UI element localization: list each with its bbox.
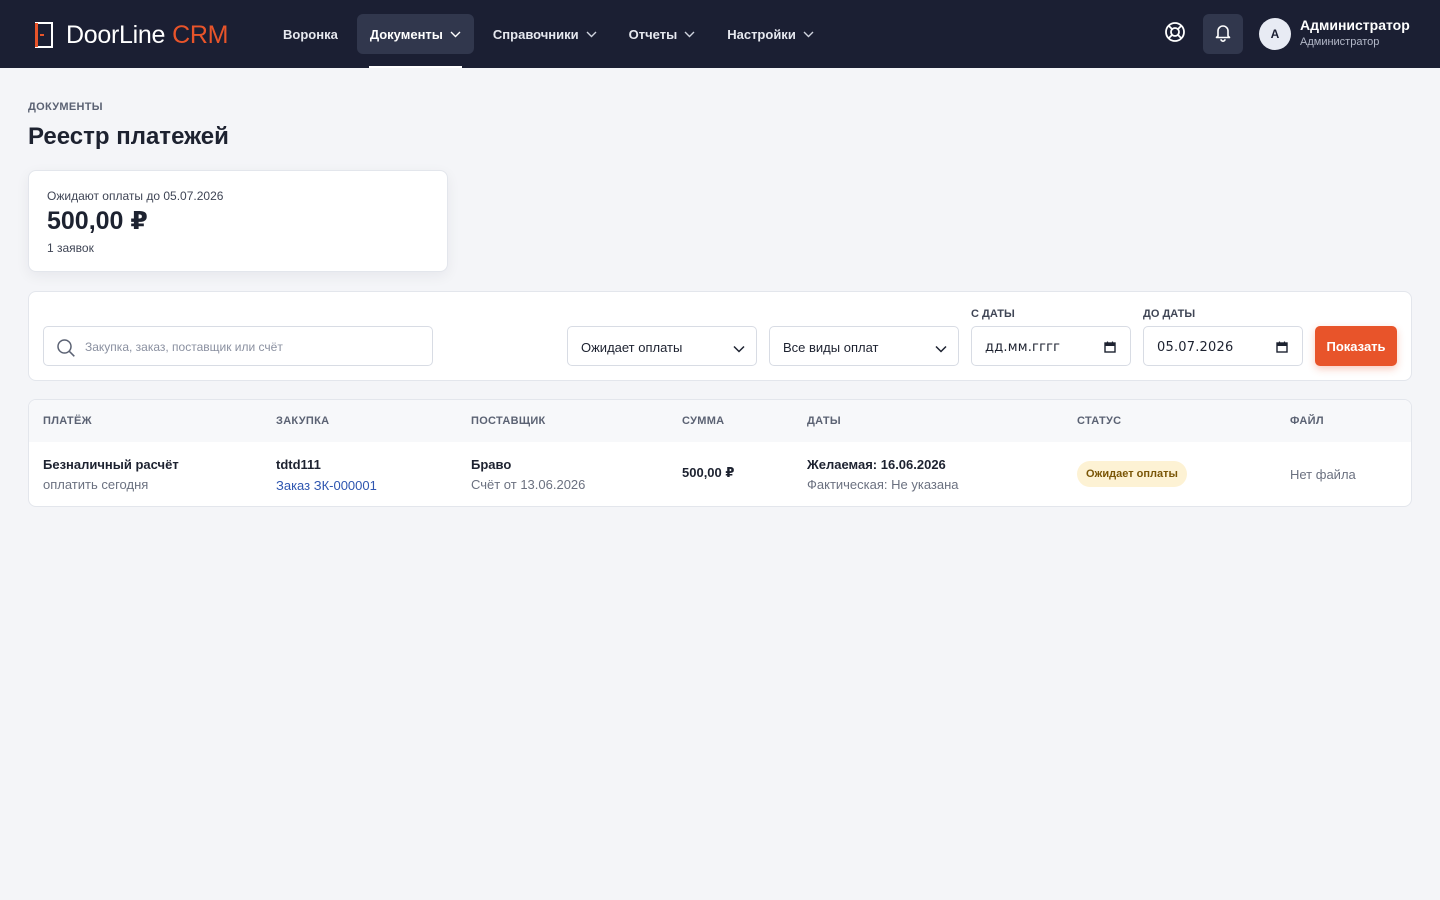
payment-type-value: Все виды оплат: [783, 340, 879, 355]
show-button[interactable]: Показать: [1315, 326, 1397, 366]
summary-card: Ожидают оплаты до 05.07.2026 500,00 ₽ 1 …: [28, 170, 448, 272]
chevron-down-icon: [733, 340, 745, 358]
column-header-status[interactable]: СТАТУС: [1077, 415, 1121, 427]
file-status: Нет файла: [1290, 467, 1356, 482]
supplier-name: Браво: [471, 457, 512, 472]
column-header-file[interactable]: ФАЙЛ: [1290, 415, 1324, 427]
nav-item-settings[interactable]: Настройки: [714, 14, 827, 54]
brand-name: DoorLine: [66, 20, 166, 49]
nav-item-funnel[interactable]: Воронка: [270, 14, 351, 54]
nav-item-label: Настройки: [727, 26, 796, 42]
search-icon: [56, 338, 76, 363]
calendar-icon[interactable]: [1276, 340, 1288, 358]
calendar-icon[interactable]: [1104, 340, 1116, 358]
summary-label: Ожидают оплаты до 05.07.2026: [47, 189, 224, 203]
date-from-label: С ДАТЫ: [971, 308, 1015, 320]
summary-amount: 500,00 ₽: [47, 207, 148, 235]
avatar[interactable]: A: [1259, 18, 1291, 50]
chevron-down-icon: [450, 31, 461, 38]
notifications-button[interactable]: [1203, 14, 1243, 54]
summary-count: 1 заявок: [47, 241, 94, 255]
nav-item-label: Документы: [369, 26, 443, 42]
nav-item-label: Отчеты: [628, 26, 678, 42]
purchase-name[interactable]: tdtd111: [276, 457, 321, 472]
actual-date: Фактическая: Не указана: [807, 477, 959, 492]
nav-item-reports[interactable]: Отчеты: [616, 14, 709, 54]
breadcrumb: ДОКУМЕНТЫ: [28, 101, 103, 113]
payments-table: ПЛАТЁЖ ЗАКУПКА ПОСТАВЩИК СУММА ДАТЫ СТАТ…: [28, 399, 1412, 507]
status-select-value: Ожидает оплаты: [581, 340, 683, 355]
nav-item-documents[interactable]: Документы: [356, 14, 474, 68]
lifebuoy-icon: [1164, 21, 1186, 48]
date-from-value: дд.мм.гггг: [985, 340, 1061, 355]
brand-logo[interactable]: DoorLine CRM: [34, 20, 229, 49]
chevron-down-icon: [935, 340, 947, 358]
nav-item-label: Справочники: [492, 26, 579, 42]
door-logo-icon: [34, 22, 54, 48]
user-role: Администратор: [1300, 36, 1380, 48]
bell-icon: [1213, 22, 1233, 47]
invoice-date: Счёт от 13.06.2026: [471, 477, 586, 492]
date-to-label: ДО ДАТЫ: [1143, 308, 1196, 320]
date-from-input[interactable]: дд.мм.гггг: [971, 326, 1131, 366]
user-name[interactable]: Администратор: [1300, 17, 1410, 33]
nav-item-references[interactable]: Справочники: [480, 14, 610, 54]
payment-method: Безналичный расчёт: [43, 457, 179, 472]
nav-item-label: Воронка: [283, 26, 338, 42]
main-nav: Воронка Документы Справочники Отчеты Нас…: [270, 14, 833, 68]
status-select[interactable]: Ожидает оплаты: [567, 326, 757, 366]
column-header-dates[interactable]: ДАТЫ: [807, 415, 841, 427]
table-header: ПЛАТЁЖ ЗАКУПКА ПОСТАВЩИК СУММА ДАТЫ СТАТ…: [29, 400, 1411, 442]
column-header-supplier[interactable]: ПОСТАВЩИК: [471, 415, 546, 427]
column-header-purchase[interactable]: ЗАКУПКА: [276, 415, 329, 427]
column-header-payment[interactable]: ПЛАТЁЖ: [43, 415, 92, 427]
column-header-amount[interactable]: СУММА: [682, 415, 724, 427]
filter-panel: Закупка, заказ, поставщик или счёт Ожида…: [28, 291, 1412, 381]
top-navbar: DoorLine CRM Воронка Документы Справочник…: [0, 0, 1440, 68]
chevron-down-icon: [684, 31, 695, 38]
order-link[interactable]: Заказ ЗК-000001: [276, 478, 377, 493]
status-badge: Ожидает оплаты: [1077, 461, 1187, 487]
payment-note: оплатить сегодня: [43, 477, 149, 492]
date-to-input[interactable]: 05.07.2026: [1143, 326, 1303, 366]
help-button[interactable]: [1155, 14, 1195, 54]
search-input[interactable]: Закупка, заказ, поставщик или счёт: [43, 326, 433, 366]
search-placeholder: Закупка, заказ, поставщик или счёт: [85, 340, 283, 354]
date-to-value: 05.07.2026: [1157, 340, 1234, 355]
chevron-down-icon: [803, 31, 814, 38]
payment-amount: 500,00 ₽: [682, 465, 735, 480]
chevron-down-icon: [586, 31, 597, 38]
brand-suffix: CRM: [172, 20, 229, 49]
payment-type-select[interactable]: Все виды оплат: [769, 326, 959, 366]
desired-date: Желаемая: 16.06.2026: [807, 457, 946, 472]
page-title: Реестр платежей: [28, 123, 229, 150]
